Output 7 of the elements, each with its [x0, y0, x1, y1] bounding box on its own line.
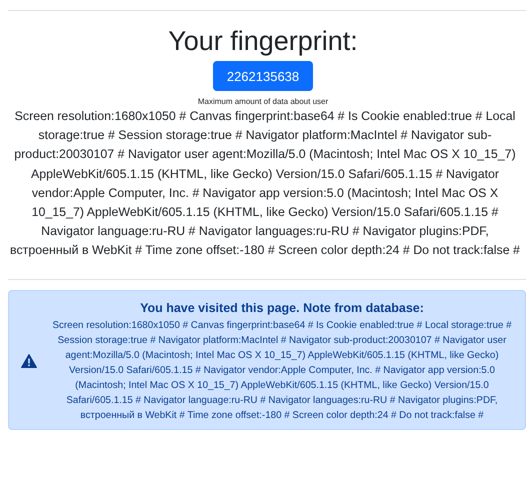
- caption: Maximum amount of data about user: [198, 97, 328, 106]
- fingerprint-details: Screen resolution:1680x1050 # Canvas fingerprint:base64 # Is Cookie enabled:true # Local storage:true # Session storage:true # Navigator platform:MacIntel # Navigator sub-product:20030107 # Navigator user agent:Mozilla/5.0 (Macintosh; Intel Mac OS X 10_15_7) AppleWebKit/605.1.15 (KHTML, like Gecko) Version/15.0 Safari/605.1.15 # Navigator vendor:Apple Computer, Inc. # Navigator app version:5.0 (Macintosh; Intel Mac OS X 10_15_7) AppleWebKit/605.1.15 (KHTML, like Gecko) Version/15.0 Safari/605.1.15 # Navigator language:ru-RU # Navigator languages:ru-RU # Navigator plugins:PDF, встроенный в WebKit # Time zone offset:-180 # Screen color depth:24 # Do not track:false #: [9, 108, 521, 260]
- page-title: Your fingerprint:: [168, 25, 358, 57]
- alert-title: You have visited this page. Note from database:: [139, 300, 425, 315]
- alert-text: Screen resolution:1680x1050 # Canvas fingerprint:base64 # Is Cookie enabled:true # Local storage:true # Session storage:true # Navigator platform:MacIntel # Navigator sub-product:20030107 # Navigator user agent:Mozilla/5.0 (Macintosh; Intel Mac OS X 10_15_7) AppleWebKit/605.1.15 (KHTML, like Gecko) Version/15.0 Safari/605.1.15 # Navigator vendor:Apple Computer, Inc. # Navigator app version:5.0 (Macintosh; Intel Mac OS X 10_15_7) AppleWebKit/605.1.15 (KHTML, like Gecko) Version/15.0 Safari/605.1.15 # Navigator language:ru-RU # Navigator languages:ru-RU # Navigator plugins:PDF, встроенный в WebKit # Time zone offset:-180 # Screen color depth:24 # Do not track:false #: [51, 318, 513, 423]
- fingerprint-button[interactable]: 2262135638: [212, 61, 314, 91]
- warning-icon: [21, 354, 37, 368]
